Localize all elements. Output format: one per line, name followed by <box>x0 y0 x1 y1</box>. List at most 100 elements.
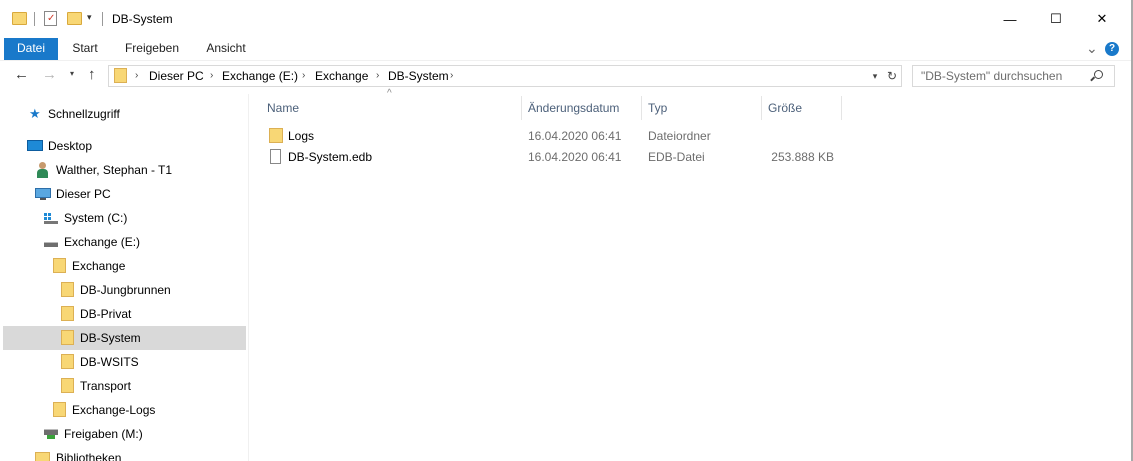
column-header-name[interactable]: Name <box>267 96 517 120</box>
back-arrow-icon[interactable]: ← <box>14 66 29 83</box>
computer-stand <box>40 198 46 200</box>
tab-datei[interactable]: Datei <box>4 38 58 60</box>
nav-item-db-jungbrunnen[interactable]: DB-Jungbrunnen <box>0 278 246 302</box>
divider <box>102 12 103 26</box>
nav-item-label: Bibliotheken <box>56 451 122 461</box>
help-icon[interactable]: ? <box>1105 42 1119 56</box>
nav-item-label: Dieser PC <box>56 187 111 201</box>
nav-item-bibliotheken[interactable]: Bibliotheken <box>0 446 246 461</box>
nav-item-schnellzugriff[interactable]: ★ Schnellzugriff <box>0 102 246 126</box>
nav-item-label: System (C:) <box>64 211 128 225</box>
nav-item-db-wsits[interactable]: DB-WSITS <box>0 350 246 374</box>
nav-item-transport[interactable]: Transport <box>0 374 246 398</box>
file-row[interactable]: Logs 16.04.2020 06:41 Dateiordner <box>263 126 843 146</box>
file-type: EDB-Datei <box>648 150 705 164</box>
nav-item-user[interactable]: Walther, Stephan - T1 <box>0 158 246 182</box>
nav-item-label: Freigaben (M:) <box>64 427 143 441</box>
tab-start[interactable]: Start <box>66 38 104 60</box>
nav-item-label: Desktop <box>48 139 93 153</box>
recent-locations-icon[interactable]: ▾ <box>70 69 74 78</box>
customize-quick-access-icon[interactable]: ▾ <box>87 12 92 23</box>
nav-item-exchange[interactable]: Exchange <box>0 254 246 278</box>
maximize-button[interactable]: ☐ <box>1033 0 1079 38</box>
search-input[interactable]: "DB-System" durchsuchen <box>912 65 1115 87</box>
breadcrumb-exchange-e[interactable]: Exchange (E:) <box>222 66 298 86</box>
nav-item-db-system[interactable]: DB-System <box>3 326 246 350</box>
chevron-right-icon[interactable]: › <box>376 66 379 86</box>
file-name: DB-System.edb <box>288 150 373 164</box>
breadcrumb-dieser-pc[interactable]: Dieser PC <box>149 66 204 86</box>
computer-icon <box>35 188 51 198</box>
properties-icon[interactable]: ✓ <box>44 11 57 26</box>
up-arrow-icon[interactable]: ↑ <box>88 66 96 83</box>
tab-ansicht[interactable]: Ansicht <box>198 38 254 60</box>
nav-item-label: Exchange <box>72 259 126 273</box>
nav-item-label: Schnellzugriff <box>48 107 120 121</box>
nav-item-desktop[interactable]: Desktop <box>0 134 246 158</box>
search-placeholder: "DB-System" durchsuchen <box>921 69 1063 83</box>
expand-ribbon-icon[interactable]: ⌄ <box>1086 40 1098 57</box>
column-header-type[interactable]: Typ <box>648 96 756 120</box>
nav-item-label: DB-WSITS <box>80 355 139 369</box>
windows-drive-icon <box>44 213 58 224</box>
nav-item-label: Walther, Stephan - T1 <box>56 163 173 177</box>
chevron-right-icon[interactable]: › <box>135 66 138 86</box>
nav-item-dieser-pc[interactable]: Dieser PC <box>0 182 246 206</box>
nav-item-system-c[interactable]: System (C:) <box>0 206 246 230</box>
nav-item-label: DB-Jungbrunnen <box>80 283 171 297</box>
address-bar[interactable]: › Dieser PC › Exchange (E:) › Exchange ›… <box>108 65 902 87</box>
folder-icon <box>61 306 74 321</box>
nav-item-db-privat[interactable]: DB-Privat <box>0 302 246 326</box>
folder-icon <box>61 378 74 393</box>
ribbon-tabs: Datei Start Freigeben Ansicht ⌄ ? <box>0 38 1131 61</box>
chevron-right-icon[interactable]: › <box>450 66 453 86</box>
column-header-date[interactable]: Änderungsdatum <box>528 96 638 120</box>
column-divider[interactable] <box>841 96 842 120</box>
nav-item-exchange-logs[interactable]: Exchange-Logs <box>0 398 246 422</box>
column-header-size[interactable]: Größe <box>768 96 838 120</box>
file-icon <box>270 149 281 164</box>
column-divider[interactable] <box>521 96 522 120</box>
pane-divider[interactable] <box>248 94 249 461</box>
new-folder-icon[interactable] <box>67 12 82 25</box>
folder-icon <box>269 128 283 143</box>
column-divider[interactable] <box>641 96 642 120</box>
breadcrumb-exchange[interactable]: Exchange <box>315 66 368 86</box>
library-icon <box>35 452 50 461</box>
desktop-icon <box>27 140 43 151</box>
close-button[interactable]: ✕ <box>1079 0 1125 38</box>
folder-icon <box>61 330 74 345</box>
folder-icon <box>53 402 66 417</box>
folder-icon <box>61 354 74 369</box>
nav-item-label: Transport <box>80 379 131 393</box>
star-icon: ★ <box>29 106 41 121</box>
divider <box>34 12 35 26</box>
title-bar: ✓ ▾ DB-System — ☐ ✕ <box>0 0 1133 38</box>
file-size: 253.888 KB <box>771 150 834 164</box>
minimize-button[interactable]: — <box>987 0 1033 38</box>
nav-item-label: DB-Privat <box>80 307 132 321</box>
nav-item-label: Exchange-Logs <box>72 403 156 417</box>
nav-item-freigaben-m[interactable]: Freigaben (M:) <box>0 422 246 446</box>
window-title: DB-System <box>112 12 173 26</box>
breadcrumb-db-system[interactable]: DB-System <box>388 66 449 86</box>
user-icon <box>37 162 48 178</box>
refresh-icon[interactable]: ↻ <box>883 66 901 86</box>
tab-freigeben[interactable]: Freigeben <box>118 38 186 60</box>
forward-arrow-icon[interactable]: → <box>42 66 57 83</box>
nav-item-exchange-e[interactable]: Exchange (E:) <box>0 230 246 254</box>
folder-icon <box>53 258 66 273</box>
folder-icon <box>61 282 74 297</box>
search-icon[interactable] <box>1090 70 1103 82</box>
navigation-pane: ★ Schnellzugriff Desktop Walther, Stepha… <box>0 94 248 461</box>
network-drive-icon <box>44 429 58 440</box>
file-type: Dateiordner <box>648 129 711 143</box>
nav-item-label: Exchange (E:) <box>64 235 141 249</box>
folder-icon <box>12 12 27 25</box>
file-row[interactable]: DB-System.edb 16.04.2020 06:41 EDB-Datei… <box>263 147 843 167</box>
chevron-right-icon[interactable]: › <box>210 66 213 86</box>
column-divider[interactable] <box>761 96 762 120</box>
chevron-right-icon[interactable]: › <box>302 66 305 86</box>
address-history-icon[interactable]: ▾ <box>867 66 883 86</box>
drive-icon <box>44 242 58 247</box>
